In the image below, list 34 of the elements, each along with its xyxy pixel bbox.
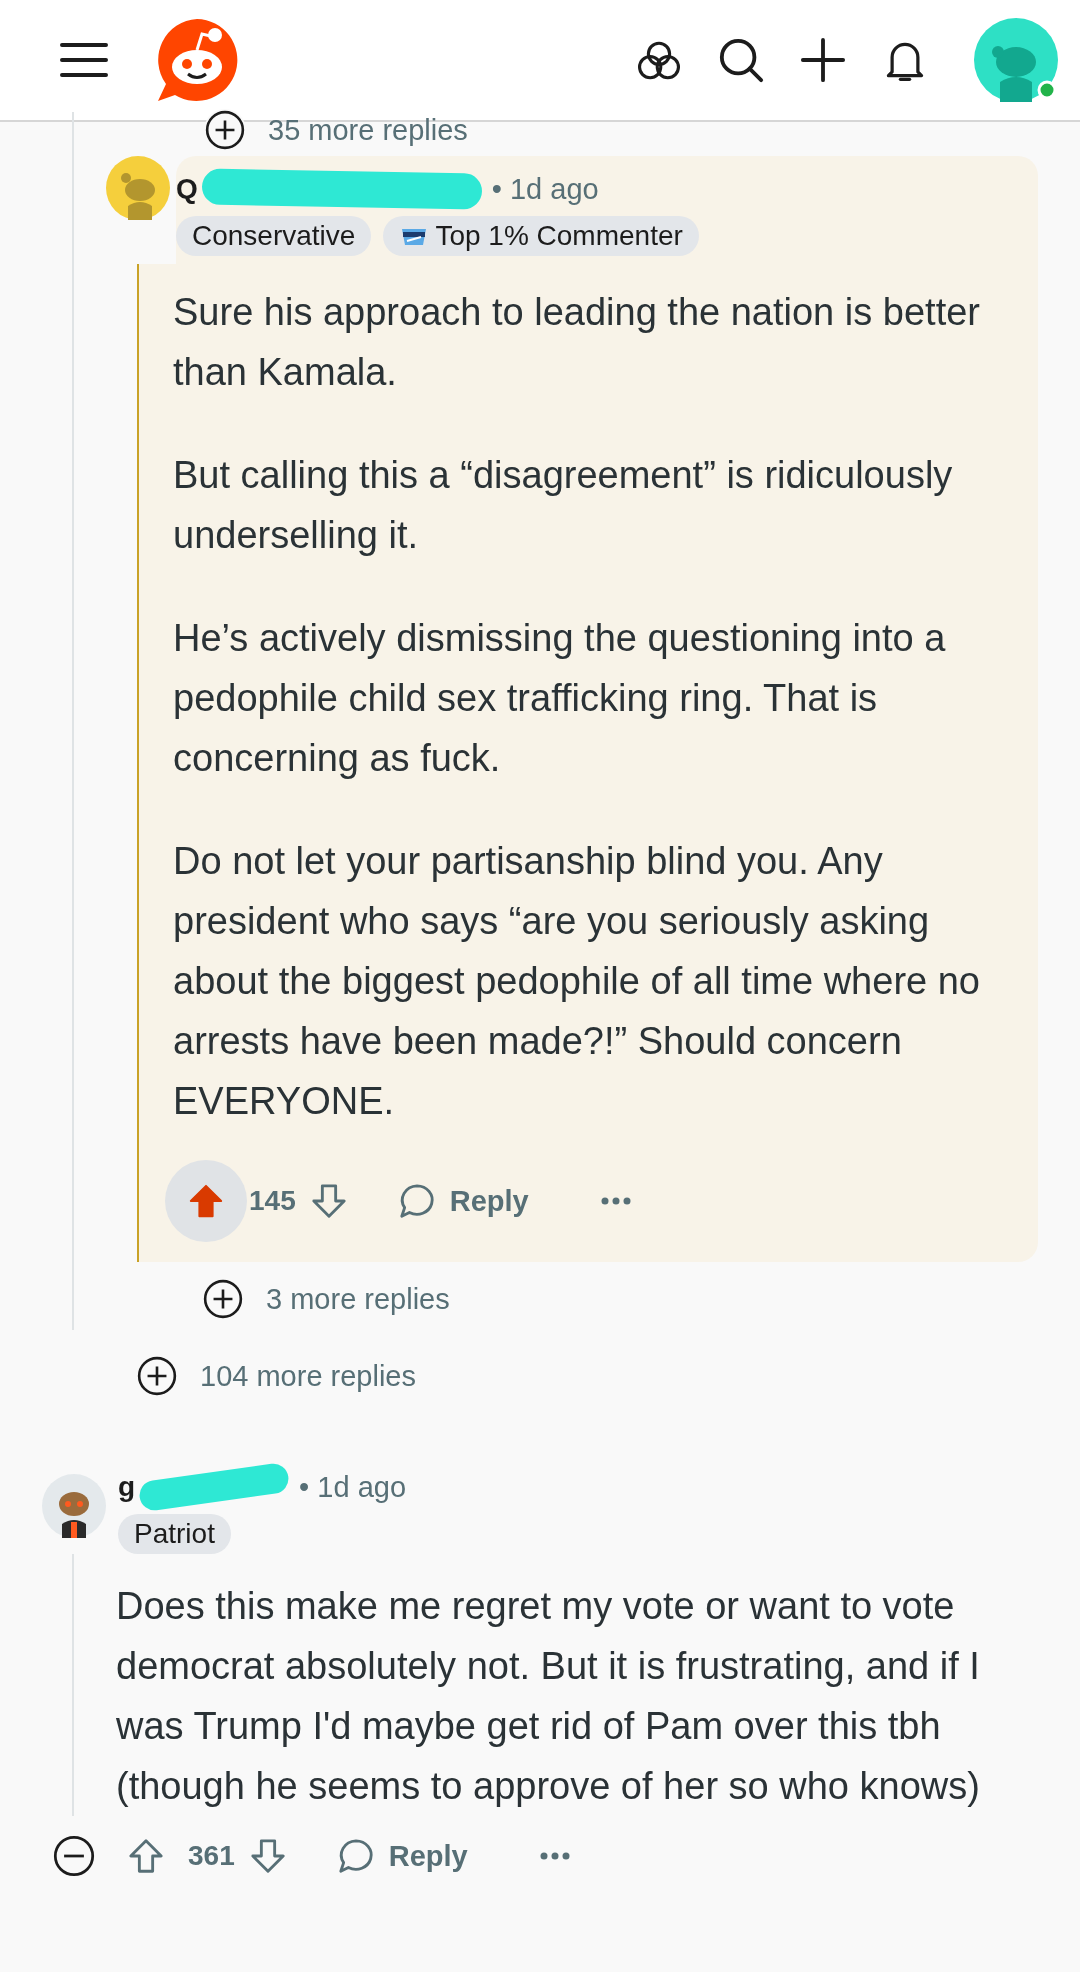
plus-icon[interactable] (800, 37, 846, 83)
more-options-icon[interactable] (539, 1852, 570, 1860)
flair-label: Patriot (134, 1518, 215, 1550)
more-replies-link[interactable]: 35 more replies (268, 113, 468, 147)
more-options-icon[interactable] (600, 1197, 631, 1205)
upvote-arrow-icon (187, 1182, 225, 1220)
profile-avatar-icon[interactable] (974, 18, 1058, 102)
reply-button[interactable]: Reply (336, 1837, 468, 1875)
comment-text: He’s actively dismissing the questioning into a pedophile child sex trafficking ring. That is concerning as fuck. (173, 616, 947, 781)
comment-text: Do not let your partisanship blind you. Any president who says “are you seriously asking about the biggest pedophile of all time where no arrests have been made?!” Should concern EVERYONE. (173, 839, 981, 1124)
comment-text: But calling this a “disagreement” is ridiculously underselling it. (173, 453, 954, 558)
vote-count: 145 (249, 1185, 296, 1217)
downvote-icon[interactable] (309, 1182, 348, 1220)
username[interactable]: Q (176, 173, 198, 205)
comment-text: Sure his approach to leading the nation is better than Kamala. (173, 290, 981, 395)
search-icon[interactable] (718, 37, 764, 83)
collapse-icon[interactable] (52, 1834, 96, 1878)
flair-label: Conservative (192, 220, 356, 252)
comment-text: Does this make me regret my vote or want to vote democrat absolutely not. But it is frustrating, and if I was Trump I'd maybe get rid of Pam over this tbh (though he seems to approve of her so who knows) (116, 1584, 981, 1809)
downvote-icon[interactable] (248, 1837, 287, 1875)
speech-bubble-icon (397, 1182, 436, 1220)
reply-button[interactable]: Reply (397, 1182, 529, 1220)
flair-label: Top 1% Commenter (435, 220, 683, 252)
username[interactable]: g (118, 1471, 136, 1503)
more-replies-link[interactable]: 3 more replies (266, 1282, 450, 1316)
vote-count: 361 (188, 1840, 235, 1872)
timestamp: • 1d ago (491, 172, 599, 206)
more-replies-link[interactable]: 104 more replies (200, 1359, 416, 1393)
timestamp: • 1d ago (299, 1470, 407, 1504)
user-avatar-icon (106, 156, 170, 220)
user-avatar-icon (42, 1474, 106, 1538)
upvote-arrow-icon (127, 1837, 165, 1875)
speech-bubble-icon (336, 1837, 375, 1875)
menu-icon[interactable] (60, 42, 108, 78)
